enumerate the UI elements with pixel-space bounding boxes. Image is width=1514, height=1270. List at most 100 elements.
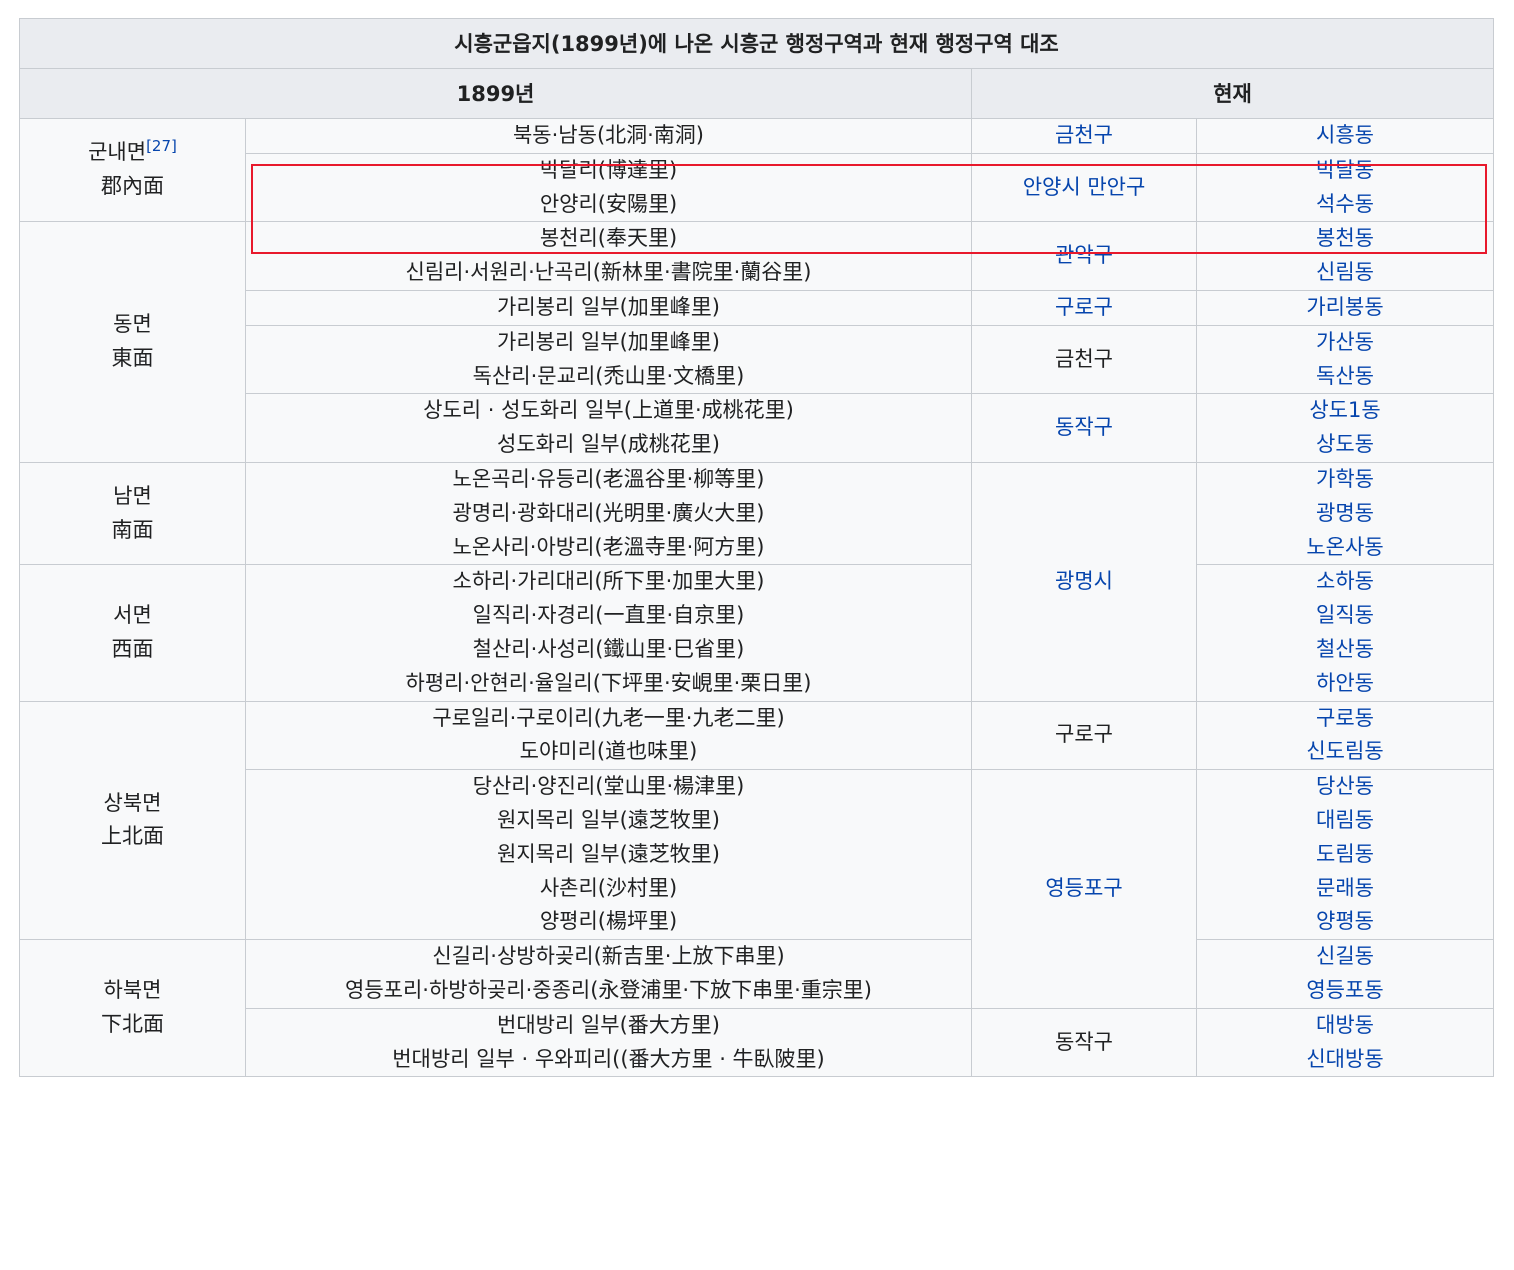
dong-cell: 신길동 영등포동 [1195,939,1495,1009]
ri-name: 구로일리·구로이리(九老一里·九老二里) [432,705,785,730]
dong-link[interactable]: 가산동 [1205,326,1485,360]
dong-link[interactable]: 소하동 [1205,565,1485,599]
ri-cell: 가리봉리 일부(加里峰里) [245,289,972,326]
dong-cell: 박달동 석수동 [1195,152,1495,223]
gu-cell: 금천구 [971,324,1197,395]
dong-cell: 가학동 광명동 노온사동 [1195,461,1495,566]
ri-cell: 구로일리·구로이리(九老一里·九老二里) 도야미리(道也味里) [245,700,972,771]
myeon-cell-gunnae: 군내면[27] 郡內面 [19,117,246,223]
ri-cell: 상도리 · 성도화리 일부(上道里·成桃花里) 성도화리 일부(成桃花里) [245,393,972,463]
dong-cell: 가리봉동 [1195,289,1495,326]
dong-link[interactable]: 노온사동 [1205,531,1485,565]
ri-cell: 소하리·가리대리(所下里·加里大里) 일직리·자경리(一直里·自京里) 철산리·… [245,564,972,702]
gu-link[interactable]: 영등포구 [1045,876,1122,900]
gu-cell: 안양시 만안구 [971,152,1197,223]
header-1899: 1899년 [19,68,972,119]
ri-cell: 봉천리(奉天里) 신림리·서원리·난곡리(新林里·書院里·蘭谷里) [245,221,972,291]
gu-text: 구로구 [1055,722,1113,747]
ri-name: 상도리 · 성도화리 일부(上道里·成桃花里) [423,398,794,423]
dong-link[interactable]: 광명동 [1205,497,1485,531]
gu-link[interactable]: 관악구 [1055,243,1113,267]
ri-name: 소하리·가리대리(所下里·加里大里) [452,569,765,594]
dong-link[interactable]: 신도림동 [1205,735,1485,769]
dong-link[interactable]: 당산동 [1205,770,1485,804]
gu-text: 동작구 [1055,1029,1113,1054]
myeon-cell-nam: 남면 南面 [19,461,246,566]
table-row: 서면 西面 소하리·가리대리(所下里·加里大里) 일직리·자경리(一直里·自京里… [19,564,1495,702]
gu-cell: 광명시 [971,461,1197,702]
gu-cell: 영등포구 [971,769,1197,1009]
dong-link[interactable]: 문래동 [1205,872,1485,906]
table-row: 군내면[27] 郡內面 북동·남동(北洞·南洞) 금천구 시흥동 [19,117,1495,223]
ri-name: 영등포리·하방하곶리·중종리(永登浦里·下放下串里·重宗里) [345,977,872,1002]
dong-link[interactable]: 철산동 [1205,633,1485,667]
table-caption: 시흥군읍지(1899년)에 나온 시흥군 행정구역과 현재 행정구역 대조 [18,18,1495,69]
dong-cell: 소하동 일직동 철산동 하안동 [1195,564,1495,702]
table-row: 하북면 下北面 신길리·상방하곶리(新吉里·上放下串里) 영등포리·하방하곶리·… [19,939,1495,1078]
dong-link[interactable]: 독산동 [1205,360,1485,394]
myeon-name: 군내면 [88,140,147,165]
ri-name: 원지목리 일부(遠芝牧里) [497,807,720,832]
dong-cell: 구로동 신도림동 [1195,700,1495,771]
dong-link[interactable]: 가학동 [1205,463,1485,497]
dong-link[interactable]: 구로동 [1205,702,1485,736]
dong-cell: 시흥동 [1195,118,1495,154]
ri-name: 도야미리(道也味里) [519,739,698,764]
ri-name: 광명리·광화대리(光明里·廣火大里) [452,500,765,525]
myeon-cell-dong: 동면 東面 [19,221,246,463]
ri-cell: 노온곡리·유등리(老溫谷里·柳等里) 광명리·광화대리(光明里·廣火大里) 노온… [245,461,972,566]
table-row: 남면 南面 노온곡리·유등리(老溫谷里·柳等里) 광명리·광화대리(光明里·廣火… [19,461,1495,702]
gu-link[interactable]: 안양시 만안구 [1023,175,1146,199]
ri-name: 가리봉리 일부(加里峰里) [497,294,720,319]
dong-link[interactable]: 석수동 [1205,188,1485,222]
myeon-name: 동면 [113,312,152,337]
gu-link[interactable]: 구로구 [1055,295,1113,319]
ri-name: 양평리(楊坪里) [539,909,678,934]
dong-link[interactable]: 시흥동 [1205,119,1485,153]
dong-link[interactable]: 가리봉동 [1205,291,1485,325]
myeon-cell-seo: 서면 西面 [19,564,246,702]
ri-name: 신길리·상방하곶리(新吉里·上放下串里) [432,944,785,969]
dong-cell: 봉천동 신림동 [1195,221,1495,291]
ri-cell: 신길리·상방하곶리(新吉里·上放下串里) 영등포리·하방하곶리·중종리(永登浦里… [245,939,972,1009]
ri-name: 번대방리 일부 · 우와피리((番大方里 · 牛臥陂里) [392,1046,825,1071]
dong-link[interactable]: 봉천동 [1205,222,1485,256]
gu-text: 금천구 [1055,346,1113,371]
myeon-hanja: 東面 [111,346,154,371]
header-row: 1899년 현재 [19,68,1495,119]
dong-link[interactable]: 상도1동 [1205,394,1485,428]
gu-link[interactable]: 동작구 [1055,415,1113,439]
gu-cell: 금천구 [971,118,1197,154]
dong-link[interactable]: 도림동 [1205,838,1485,872]
ri-name: 신림리·서원리·난곡리(新林里·書院里·蘭谷里) [405,260,812,285]
myeon-hanja: 南面 [111,517,154,542]
dong-link[interactable]: 신대방동 [1205,1043,1485,1077]
myeon-hanja: 郡內面 [101,174,164,199]
ri-name: 원지목리 일부(遠芝牧里) [497,841,720,866]
ri-cell: 박달리(博達里) 안양리(安陽里) [245,152,972,223]
myeon-name: 남면 [113,483,152,508]
ri-name: 번대방리 일부(番大方里) [497,1012,720,1037]
dong-link[interactable]: 일직동 [1205,599,1485,633]
dong-link[interactable]: 상도동 [1205,428,1485,462]
dong-link[interactable]: 양평동 [1205,905,1485,939]
dong-link[interactable]: 하안동 [1205,667,1485,701]
dong-cell: 상도1동 상도동 [1195,393,1495,463]
dong-link[interactable]: 박달동 [1205,154,1485,188]
dong-cell: 가산동 독산동 [1195,324,1495,395]
dong-link[interactable]: 신림동 [1205,256,1485,290]
ri-name: 박달리(博達里) [539,157,678,182]
district-comparison-table: 시흥군읍지(1899년)에 나온 시흥군 행정구역과 현재 행정구역 대조 18… [18,18,1495,1078]
dong-link[interactable]: 영등포동 [1205,974,1485,1008]
footnote-ref-link[interactable]: [27] [146,137,177,155]
gu-cell: 구로구 [971,289,1197,326]
dong-link[interactable]: 대림동 [1205,804,1485,838]
dong-link[interactable]: 대방동 [1205,1009,1485,1043]
gu-link[interactable]: 광명시 [1055,569,1113,593]
ri-name: 일직리·자경리(一直里·自京里) [472,603,745,628]
myeon-hanja: 下北面 [101,1012,164,1037]
ri-name: 성도화리 일부(成桃花里) [497,432,720,457]
myeon-hanja: 西面 [111,636,154,661]
dong-link[interactable]: 신길동 [1205,940,1485,974]
gu-link[interactable]: 금천구 [1055,123,1113,147]
